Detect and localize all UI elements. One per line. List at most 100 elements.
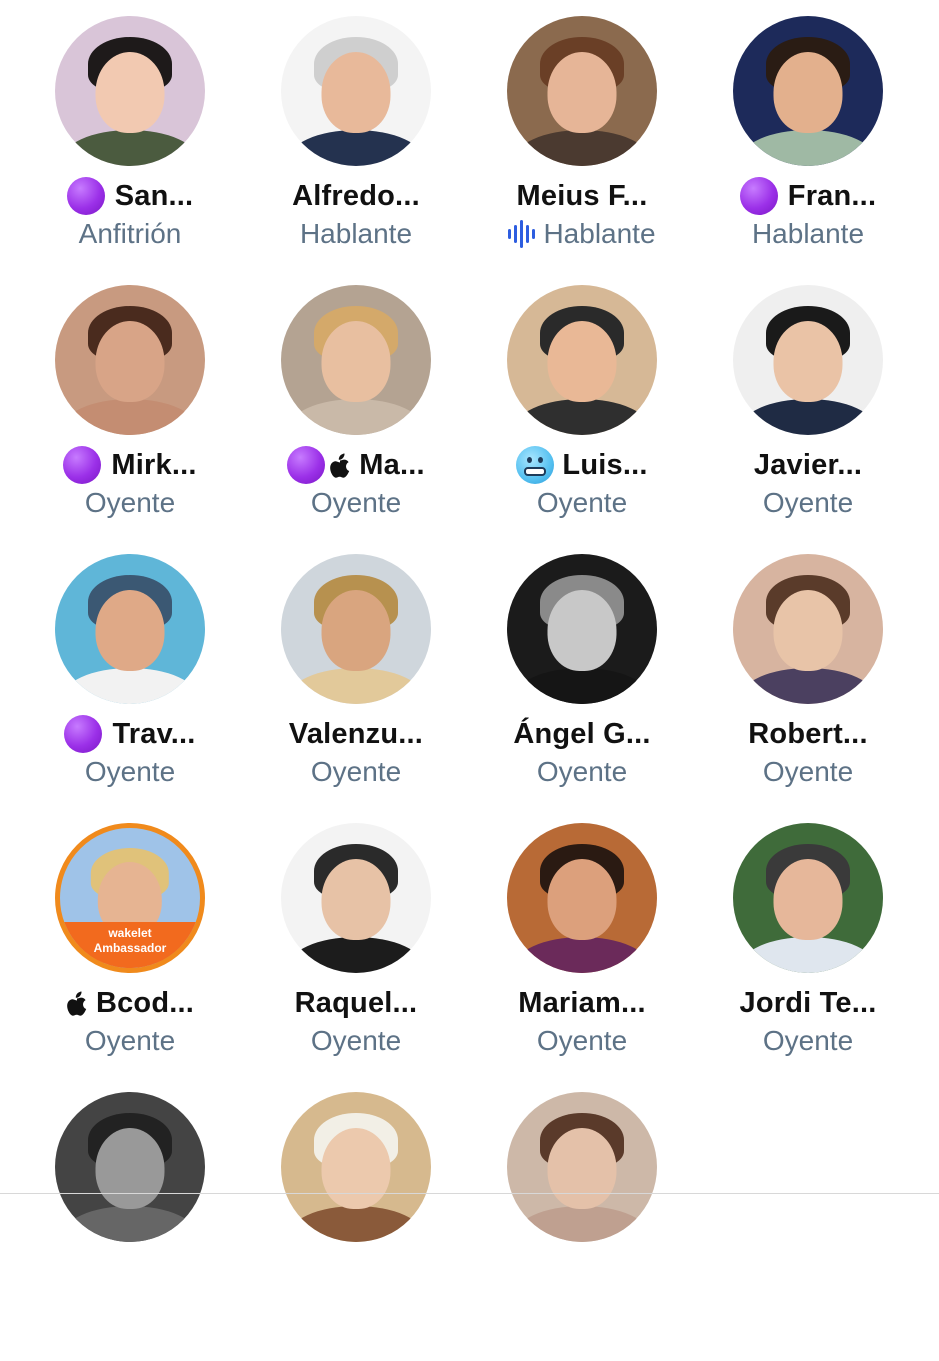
participant-name-row: Robert... [748, 714, 867, 754]
participant-card[interactable]: Jordi Te... Oyente [695, 823, 921, 1092]
participant-card[interactable]: Javier... Oyente [695, 285, 921, 554]
avatar[interactable] [733, 554, 883, 704]
purple-circle-icon [63, 446, 102, 484]
avatar[interactable] [281, 554, 431, 704]
participant-name: Mariam... [518, 986, 646, 1019]
speaking-waveform-icon [508, 220, 536, 248]
participant-card[interactable] [17, 1092, 243, 1361]
participant-card[interactable] [243, 1092, 469, 1361]
participant-role-row: Oyente [763, 754, 853, 790]
participant-name-row: San... [66, 176, 194, 216]
participant-role: Oyente [536, 487, 628, 518]
avatar[interactable] [507, 554, 657, 704]
participant-card[interactable]: Mariam... Oyente [469, 823, 695, 1092]
participant-name: Fran... [787, 179, 877, 212]
participant-card[interactable]: Ángel G... Oyente [469, 554, 695, 823]
participant-role: Anfitrión [78, 218, 182, 249]
participant-name-row: Ma... [287, 445, 425, 485]
participant-role-row: Oyente [311, 754, 401, 790]
participant-role-row: Oyente [85, 485, 175, 521]
divider [0, 1193, 939, 1194]
purple-circle-icon [287, 446, 326, 484]
avatar[interactable]: wakelet Ambassador [55, 823, 205, 973]
participant-card[interactable]: Valenzu... Oyente [243, 554, 469, 823]
avatar[interactable] [281, 285, 431, 435]
participant-name-row: Valenzu... [289, 714, 423, 754]
participant-card[interactable]: Mirk... Oyente [17, 285, 243, 554]
avatar[interactable] [55, 554, 205, 704]
participant-card[interactable]: Trav... Oyente [17, 554, 243, 823]
purple-circle-icon [739, 177, 778, 215]
participant-name: Bcod... [95, 986, 195, 1019]
participant-role-row: Oyente [763, 485, 853, 521]
participant-card[interactable]: Luis... Oyente [469, 285, 695, 554]
avatar[interactable] [733, 16, 883, 166]
participant-card[interactable]: San... Anfitrión [17, 16, 243, 285]
participant-role-row: Anfitrión [79, 216, 182, 252]
participant-role: Oyente [762, 487, 854, 518]
avatar[interactable] [733, 285, 883, 435]
cold-face-emoji-icon [516, 446, 555, 484]
avatar[interactable] [733, 823, 883, 973]
participant-name: Luis... [562, 448, 648, 481]
participant-name-row: Meius F... [517, 176, 648, 216]
participant-role-row: Oyente [311, 485, 401, 521]
participant-name-row: Trav... [64, 714, 195, 754]
participant-name: Meius F... [516, 179, 648, 212]
participant-name: Ma... [359, 448, 425, 481]
participant-role: Oyente [762, 1025, 854, 1056]
participant-name: Jordi Te... [739, 986, 877, 1019]
avatar[interactable] [55, 285, 205, 435]
avatar[interactable] [507, 16, 657, 166]
ambassador-badge: wakelet Ambassador [60, 922, 200, 968]
participant-name-row: Alfredo... [292, 176, 420, 216]
participant-role-row: Oyente [537, 754, 627, 790]
participant-role: Hablante [543, 218, 656, 249]
participant-card[interactable]: wakelet Ambassador Bcod... Oyente [17, 823, 243, 1092]
apple-icon [329, 452, 351, 478]
participant-name-row: Mariam... [518, 983, 646, 1023]
participant-name: Robert... [748, 717, 868, 750]
avatar[interactable] [281, 823, 431, 973]
participant-role: Oyente [536, 1025, 628, 1056]
participant-card[interactable]: Ma... Oyente [243, 285, 469, 554]
participant-name-row: Jordi Te... [739, 983, 876, 1023]
apple-icon [66, 990, 88, 1016]
participant-card[interactable]: Fran... Hablante [695, 16, 921, 285]
participant-card[interactable]: Meius F... Hablante [469, 16, 695, 285]
avatar[interactable] [507, 285, 657, 435]
participant-name-row: Javier... [754, 445, 862, 485]
participant-role-row: Hablante [508, 216, 656, 252]
participant-role-row: Hablante [752, 216, 864, 252]
participant-role: Oyente [84, 487, 176, 518]
participant-name: Ángel G... [513, 717, 651, 750]
avatar[interactable] [281, 16, 431, 166]
avatar[interactable] [55, 16, 205, 166]
participant-name: Mirk... [111, 448, 197, 481]
participant-name-row: Ángel G... [513, 714, 650, 754]
participant-role: Oyente [84, 1025, 176, 1056]
participant-role: Hablante [751, 218, 865, 249]
participant-role: Oyente [536, 756, 628, 787]
participant-role-row: Oyente [85, 754, 175, 790]
avatar[interactable] [507, 823, 657, 973]
participant-name-row: Mirk... [63, 445, 196, 485]
participant-role: Oyente [762, 756, 854, 787]
participant-role: Hablante [299, 218, 413, 249]
participant-name-row: Bcod... [66, 983, 194, 1023]
participant-role: Oyente [310, 1025, 402, 1056]
participant-name-row: Fran... [739, 176, 877, 216]
participant-role-row: Oyente [85, 1023, 175, 1059]
participant-name: Javier... [753, 448, 863, 481]
participant-name-row: Luis... [516, 445, 647, 485]
avatar[interactable] [281, 1092, 431, 1242]
participant-role-row: Oyente [763, 1023, 853, 1059]
participant-role-row: Oyente [537, 485, 627, 521]
participant-card[interactable] [469, 1092, 695, 1361]
avatar[interactable] [55, 1092, 205, 1242]
participant-card[interactable]: Raquel... Oyente [243, 823, 469, 1092]
participant-role-row: Oyente [311, 1023, 401, 1059]
avatar[interactable] [507, 1092, 657, 1242]
participant-card[interactable]: Robert... Oyente [695, 554, 921, 823]
participant-card[interactable]: Alfredo... Hablante [243, 16, 469, 285]
